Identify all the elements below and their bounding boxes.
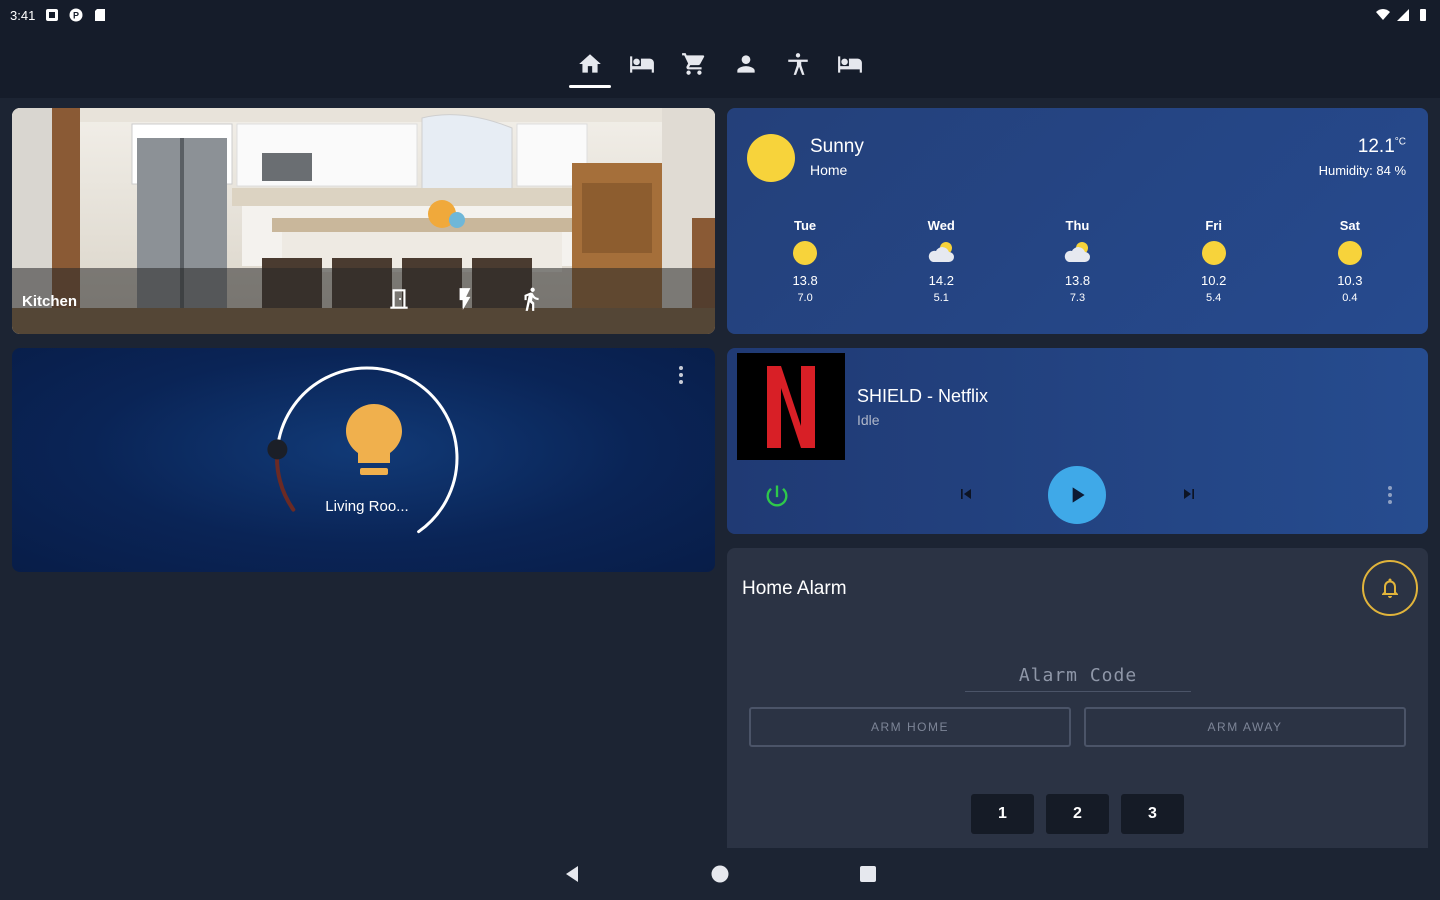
forecast-day-name: Thu: [1065, 218, 1090, 233]
sun-icon: [1337, 241, 1362, 265]
arm-away-button[interactable]: ARM AWAY: [1084, 707, 1406, 747]
forecast-high: 10.3: [1337, 273, 1363, 288]
signal-icon: [1397, 9, 1409, 21]
figure-icon: [788, 53, 808, 75]
tab-home[interactable]: [569, 38, 611, 90]
back-button[interactable]: [558, 860, 586, 888]
alarm-title: Home Alarm: [742, 578, 847, 599]
forecast-day-name: Fri: [1205, 218, 1222, 233]
partly-cloudy-icon: [1065, 242, 1091, 262]
alarm-keypad: 1 2 3: [971, 794, 1184, 834]
kitchen-overlay: Kitchen: [12, 268, 715, 334]
weather-condition: Sunny: [810, 136, 864, 157]
brightness-slider[interactable]: [262, 358, 472, 558]
home-button[interactable]: [706, 860, 734, 888]
tab-bedroom-2[interactable]: [833, 38, 867, 90]
alarm-code-input[interactable]: [965, 660, 1191, 692]
forecast-low: 7.3: [1069, 292, 1086, 304]
tab-bedroom[interactable]: [625, 38, 659, 90]
weather-temperature: 12.1°C: [1358, 136, 1406, 158]
forecast-day-name: Tue: [794, 218, 817, 233]
play-button[interactable]: [1048, 466, 1106, 524]
media-more-menu[interactable]: [1388, 486, 1392, 507]
svg-text:P: P: [73, 11, 79, 21]
temperature-unit: °C: [1394, 136, 1406, 148]
media-player-card[interactable]: SHIELD - Netflix Idle: [727, 348, 1428, 534]
partly-cloudy-icon: [929, 242, 955, 262]
home-circle-icon: [711, 865, 729, 883]
forecast-row: Tue 13.8 7.0 Wed 14.2 5.1 Thu 13.8 7.3 F…: [737, 218, 1418, 304]
weather-humidity: Humidity: 84 %: [1318, 163, 1406, 178]
alarm-state-button[interactable]: [1362, 560, 1418, 616]
forecast-low: 5.4: [1206, 292, 1222, 304]
temperature-value: 12.1: [1357, 136, 1395, 157]
forecast-day: Thu 13.8 7.3: [1027, 218, 1127, 304]
forecast-low: 5.1: [933, 292, 949, 304]
back-icon: [566, 866, 578, 882]
tab-figure[interactable]: [781, 38, 815, 90]
bed-icon: [630, 56, 654, 73]
system-navigation-bar: [0, 848, 1440, 900]
light-name: Living Roo...: [325, 498, 409, 515]
lightbulb-icon: [346, 404, 402, 475]
play-icon: [1072, 487, 1085, 503]
person-icon: [737, 55, 755, 73]
sd-card-icon: [95, 9, 106, 21]
netflix-logo: [767, 365, 815, 448]
keypad-key-2[interactable]: 2: [1046, 794, 1109, 834]
weather-location: Home: [810, 162, 848, 178]
media-state: Idle: [857, 412, 880, 428]
cart-icon: [682, 53, 705, 75]
forecast-day: Fri 10.2 5.4: [1164, 218, 1264, 304]
home-icon: [579, 54, 601, 73]
weather-card[interactable]: Sunny Home 12.1°C Humidity: 84 % Tue 13.…: [727, 108, 1428, 334]
slider-knob[interactable]: [267, 439, 288, 460]
light-more-menu[interactable]: [679, 366, 685, 387]
tab-person[interactable]: [729, 38, 763, 90]
walk-icon[interactable]: [518, 286, 544, 312]
sun-icon: [793, 241, 818, 265]
tab-shopping[interactable]: [677, 38, 711, 90]
forecast-day-name: Sat: [1339, 218, 1360, 233]
battery-icon: [1420, 9, 1426, 21]
bell-icon: [1382, 578, 1398, 598]
view-tabs: [0, 30, 1440, 98]
recents-icon: [860, 866, 876, 882]
forecast-day: Wed 14.2 5.1: [891, 218, 991, 304]
forecast-high: 13.8: [792, 273, 818, 288]
forecast-high: 14.2: [928, 273, 954, 288]
bed-icon: [838, 56, 862, 73]
media-artwork: [737, 353, 845, 460]
flash-icon[interactable]: [452, 286, 478, 312]
media-title: SHIELD - Netflix: [857, 386, 989, 406]
app-icon: P: [69, 8, 83, 22]
status-time: 3:41: [10, 7, 36, 23]
next-track-icon[interactable]: [1179, 484, 1199, 504]
previous-track-icon[interactable]: [956, 484, 976, 504]
door-icon[interactable]: [386, 286, 412, 312]
kitchen-title: Kitchen: [22, 292, 78, 310]
forecast-high: 10.2: [1201, 273, 1227, 288]
keypad-key-1[interactable]: 1: [971, 794, 1034, 834]
forecast-day: Sat 10.3 0.4: [1300, 218, 1400, 304]
alarm-panel-card: Home Alarm ARM HOME ARM AWAY 1 2 3: [727, 548, 1428, 848]
notification-icon: [46, 9, 59, 21]
power-icon[interactable]: [763, 482, 791, 510]
light-card: Living Roo...: [12, 348, 715, 572]
sun-icon: [747, 134, 795, 182]
forecast-day: Tue 13.8 7.0: [755, 218, 855, 304]
kitchen-card[interactable]: Kitchen: [12, 108, 715, 334]
forecast-low: 0.4: [1342, 292, 1358, 304]
arm-home-button[interactable]: ARM HOME: [749, 707, 1071, 747]
keypad-key-3[interactable]: 3: [1121, 794, 1184, 834]
recents-button[interactable]: [854, 860, 882, 888]
forecast-low: 7.0: [797, 292, 813, 304]
forecast-high: 13.8: [1064, 273, 1091, 288]
forecast-day-name: Wed: [927, 218, 955, 233]
status-bar: 3:41 P: [0, 0, 1440, 30]
wifi-icon: [1376, 9, 1390, 20]
sun-icon: [1201, 241, 1226, 265]
